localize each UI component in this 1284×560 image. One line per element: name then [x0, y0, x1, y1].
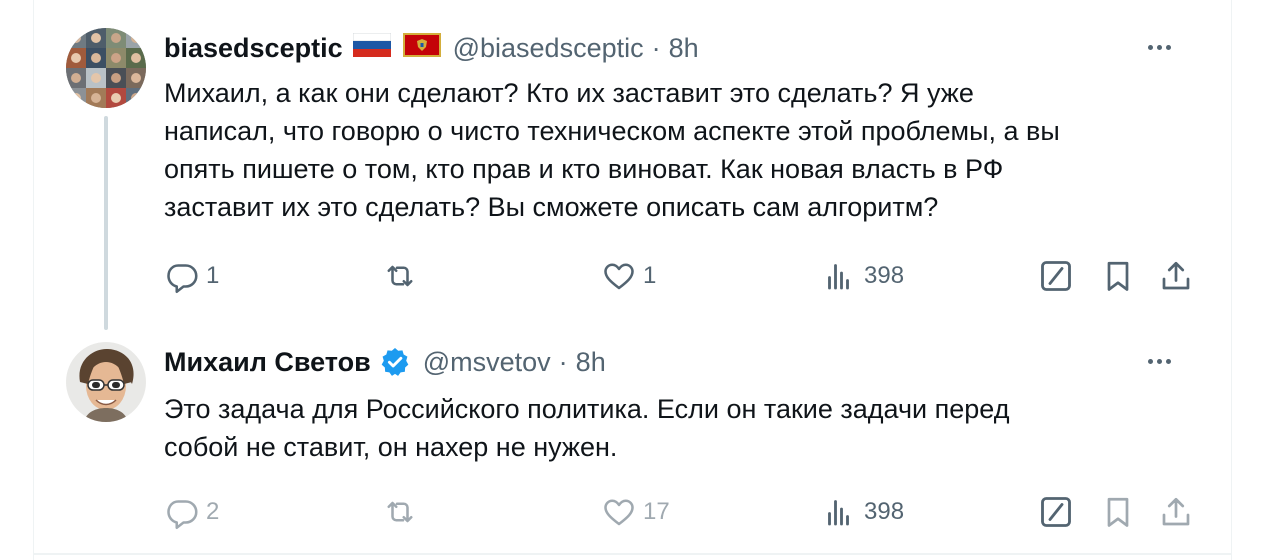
more-dot-icon [1147, 44, 1153, 50]
more-dot-icon [1156, 44, 1162, 50]
bookmark-icon [1107, 497, 1129, 527]
tweet-actions: 1 1 398 [164, 256, 1204, 296]
like-count: 1 [643, 262, 657, 289]
share-icon [1162, 497, 1190, 526]
views-button[interactable]: 398 [822, 492, 904, 532]
verified-badge-icon [379, 346, 411, 378]
tweet-text: Михаил, а как они сделают? Кто их застав… [164, 74, 1204, 226]
separator-dot: · [558, 346, 568, 377]
views-count: 398 [864, 262, 905, 289]
tweet-text-line: опять пишете о том, кто прав и кто винов… [164, 154, 1004, 184]
heart-icon [604, 263, 634, 290]
display-name[interactable]: Михаил Светов [164, 347, 371, 378]
reply-icon [167, 500, 198, 530]
more-options-button[interactable] [1139, 346, 1179, 376]
montenegro-flag-icon [402, 32, 441, 64]
more-dot-icon [1165, 358, 1171, 364]
grok-icon [1041, 497, 1071, 527]
grok-button[interactable] [1038, 492, 1074, 532]
timeline-divider [33, 553, 1232, 555]
timestamp[interactable]: 8h [576, 347, 606, 378]
timeline-border-right [1231, 0, 1232, 560]
avatar-collage-image [66, 28, 146, 108]
more-options-button[interactable] [1139, 32, 1179, 62]
retweet-button[interactable] [382, 256, 424, 296]
tweet-actions: 2 17 398 [164, 492, 1204, 532]
more-dot-icon [1165, 44, 1171, 50]
tweet-biasedsceptic[interactable]: biasedsceptic @biasedsceptic · 8h Михаил… [34, 0, 1231, 332]
tweet-header: biasedsceptic @biasedsceptic · 8h [164, 30, 699, 66]
share-button[interactable] [1158, 492, 1194, 532]
user-handle[interactable]: @biasedsceptic [453, 33, 644, 64]
display-name[interactable]: biasedsceptic [164, 33, 343, 64]
tweet-header: Михаил Светов @msvetov · 8h [164, 344, 606, 380]
tweet-text-line: Михаил, а как они сделают? Кто их застав… [164, 78, 974, 108]
avatar-photo-image [66, 342, 146, 422]
thread-connector-line [104, 116, 108, 330]
user-handle[interactable]: @msvetov [423, 347, 551, 378]
reply-count: 2 [206, 498, 220, 525]
more-dot-icon [1156, 358, 1162, 364]
views-button[interactable]: 398 [822, 256, 904, 296]
russian-flag-icon [352, 32, 391, 64]
retweet-icon [387, 265, 413, 287]
grok-icon [1041, 261, 1071, 291]
tweet-text-line: написал, что говорю о чисто техническом … [164, 116, 1060, 146]
tweet-text: Это задача для Российского политика. Есл… [164, 390, 1204, 466]
bookmark-button[interactable] [1100, 492, 1136, 532]
tweet-text-line: Это задача для Российского политика. Есл… [164, 394, 1010, 424]
share-icon [1162, 261, 1190, 290]
tweet-text-line: заставит их это сделать? Вы сможете опис… [164, 192, 939, 222]
avatar[interactable] [66, 28, 146, 108]
timestamp[interactable]: 8h [669, 33, 699, 64]
retweet-button[interactable] [382, 492, 424, 532]
avatar[interactable] [66, 342, 146, 422]
retweet-icon [387, 501, 413, 523]
heart-icon [604, 499, 634, 526]
grok-button[interactable] [1038, 256, 1074, 296]
views-chart-icon [828, 264, 849, 290]
bookmark-button[interactable] [1100, 256, 1136, 296]
tweet-text-line: собой не ставит, он нахер не нужен. [164, 432, 618, 462]
views-count: 398 [864, 498, 905, 525]
like-count: 17 [643, 498, 670, 525]
reply-icon [167, 264, 198, 294]
bookmark-icon [1107, 261, 1129, 291]
share-button[interactable] [1158, 256, 1194, 296]
views-chart-icon [828, 500, 849, 526]
like-button[interactable]: 17 [601, 492, 670, 532]
more-dot-icon [1147, 358, 1153, 364]
separator-dot: · [651, 32, 661, 63]
tweet-msvetov[interactable]: Михаил Светов @msvetov · 8h Это задача д… [34, 332, 1231, 553]
reply-button[interactable]: 1 [164, 256, 219, 296]
reply-count: 1 [206, 262, 220, 289]
reply-button[interactable]: 2 [164, 492, 219, 532]
like-button[interactable]: 1 [601, 256, 656, 296]
